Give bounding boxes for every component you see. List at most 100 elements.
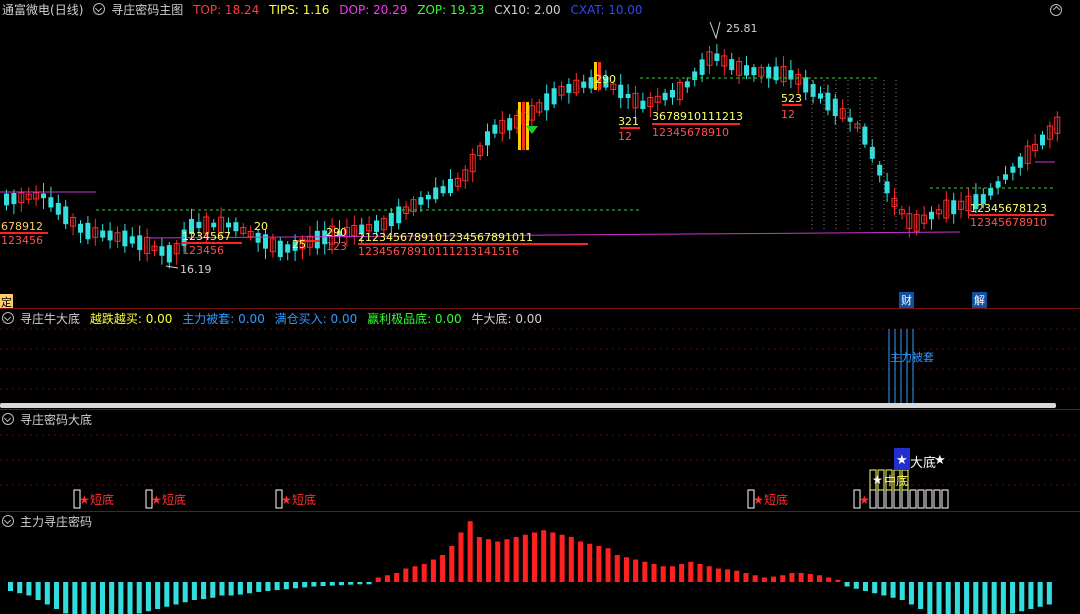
histogram-bar xyxy=(954,582,960,614)
value-tips: TIPS: 1.16 xyxy=(269,3,330,17)
candle-body xyxy=(699,59,705,75)
histogram-bar xyxy=(366,582,372,585)
histogram-bar xyxy=(329,582,335,586)
bull-indicator-name[interactable]: 寻庄牛大底 xyxy=(20,312,80,326)
force-indicator-name[interactable]: 主力寻庄密码 xyxy=(20,515,92,529)
signal-column xyxy=(522,102,525,150)
star-icon: ★ xyxy=(872,473,883,487)
annotation-label: 523 xyxy=(781,92,802,105)
candle-body xyxy=(440,186,446,194)
signal-column xyxy=(518,102,521,150)
histogram-bar xyxy=(375,577,381,582)
bottom-box xyxy=(893,489,901,509)
histogram-bar xyxy=(72,582,78,614)
histogram-bar xyxy=(256,582,262,592)
histogram-bar xyxy=(1028,582,1034,609)
histogram-bar xyxy=(127,582,133,614)
short-bottom-label: 短底 xyxy=(764,493,789,507)
candle-body xyxy=(100,230,106,238)
candle-body xyxy=(226,222,231,228)
histogram-bar xyxy=(182,582,188,603)
main-force-panel[interactable]: 主力寻庄密码 xyxy=(0,512,1080,614)
histogram-bar xyxy=(614,555,620,582)
candle-body xyxy=(618,84,624,99)
histogram-bar xyxy=(688,561,694,582)
settings-toggle-icon[interactable] xyxy=(2,413,14,425)
histogram-bar xyxy=(311,582,317,587)
histogram-bar xyxy=(550,532,556,582)
annotation-label: 12345678910 xyxy=(652,126,729,139)
histogram-bar xyxy=(908,582,914,605)
candle-body xyxy=(485,131,490,146)
histogram-bar xyxy=(633,559,639,582)
annotation-label: 12345678123 xyxy=(970,202,1047,215)
candle-body xyxy=(625,93,631,99)
histogram-bar xyxy=(219,582,225,596)
settings-toggle-icon[interactable] xyxy=(2,312,14,324)
candle-body xyxy=(263,234,268,249)
annotation-label: 1234567 xyxy=(182,230,231,243)
bottom-indicator-name[interactable]: 寻庄密码大底 xyxy=(20,413,92,427)
histogram-bar xyxy=(384,575,390,582)
histogram-bar xyxy=(1019,582,1025,612)
bottom-box xyxy=(869,489,877,509)
low-arrow-icon xyxy=(165,265,179,269)
histogram-bar xyxy=(936,582,942,614)
ma-line xyxy=(149,231,961,239)
settings-toggle-icon[interactable] xyxy=(93,3,106,15)
bull-bottom-panel[interactable]: 寻庄牛大底 越跌越买: 0.00 主力被套: 0.00 满仓买入: 0.00 赢… xyxy=(0,309,1080,409)
histogram-bar xyxy=(642,561,648,582)
bull-header: 寻庄牛大底 越跌越买: 0.00 主力被套: 0.00 满仓买入: 0.00 赢… xyxy=(2,311,548,327)
histogram-bar xyxy=(109,582,115,614)
stock-name: 通富微电 xyxy=(2,3,51,17)
candle-body xyxy=(433,187,439,200)
histogram-bar xyxy=(807,573,813,582)
bottom-box xyxy=(909,489,917,509)
annotation-label: 321 xyxy=(618,115,639,128)
candle-body xyxy=(492,124,498,134)
histogram-bar xyxy=(228,582,234,596)
main-indicator-name[interactable]: 寻庄密码主图 xyxy=(111,3,183,17)
candle-body xyxy=(1003,174,1008,180)
histogram-bar xyxy=(743,573,749,582)
candle-body xyxy=(211,222,217,228)
big-bottom-panel[interactable]: 寻庄密码大底 ★ ★ ★ ★ ★ ★ ★ ★ 短底 短底 短底 短底 中底 大底 xyxy=(0,410,1080,511)
histogram-bar xyxy=(421,564,427,582)
big-bottom-label: 大底 xyxy=(910,456,937,471)
candle-body xyxy=(551,88,557,105)
value-bull-bottom: 牛大底: 0.00 xyxy=(471,312,543,326)
candle-body xyxy=(78,223,83,233)
histogram-bar xyxy=(237,582,243,595)
bottom-box xyxy=(901,489,909,509)
histogram-bar xyxy=(725,569,731,582)
candle-body xyxy=(862,126,868,145)
annotation-label: 12345678910111213141516 xyxy=(358,245,519,258)
histogram-bar xyxy=(118,582,124,614)
histogram-bar xyxy=(173,582,179,605)
short-bottom-label: 短底 xyxy=(162,493,187,507)
histogram-bar xyxy=(734,570,740,582)
candle-body xyxy=(1017,156,1023,168)
histogram-bar xyxy=(862,582,869,591)
histogram-bar xyxy=(522,534,528,582)
settings-toggle-icon[interactable] xyxy=(2,515,14,527)
candle-body xyxy=(832,98,838,116)
histogram-bar xyxy=(798,573,804,582)
bottom-header: 寻庄密码大底 xyxy=(2,412,98,428)
histogram-bar xyxy=(155,582,161,609)
candle-body xyxy=(63,206,69,225)
candle-body xyxy=(277,240,283,258)
candle-body xyxy=(662,92,668,101)
bottom-box xyxy=(925,489,933,509)
annotation-label: 3678910111213 xyxy=(652,110,743,123)
main-chart-panel[interactable]: 通富微电(日线) 寻庄密码主图 TOP: 18.24 TIPS: 1.16 DO… xyxy=(0,0,1080,308)
candle-body xyxy=(41,193,46,199)
value-cx10: CX10: 2.00 xyxy=(494,3,561,17)
histogram-bar xyxy=(467,521,473,582)
histogram-bar xyxy=(81,582,87,614)
candle-body xyxy=(122,230,128,247)
histogram-bar xyxy=(35,582,41,600)
histogram-bar xyxy=(210,582,216,598)
low-price-label: 16.19 xyxy=(180,263,212,276)
candle-body xyxy=(729,59,735,71)
